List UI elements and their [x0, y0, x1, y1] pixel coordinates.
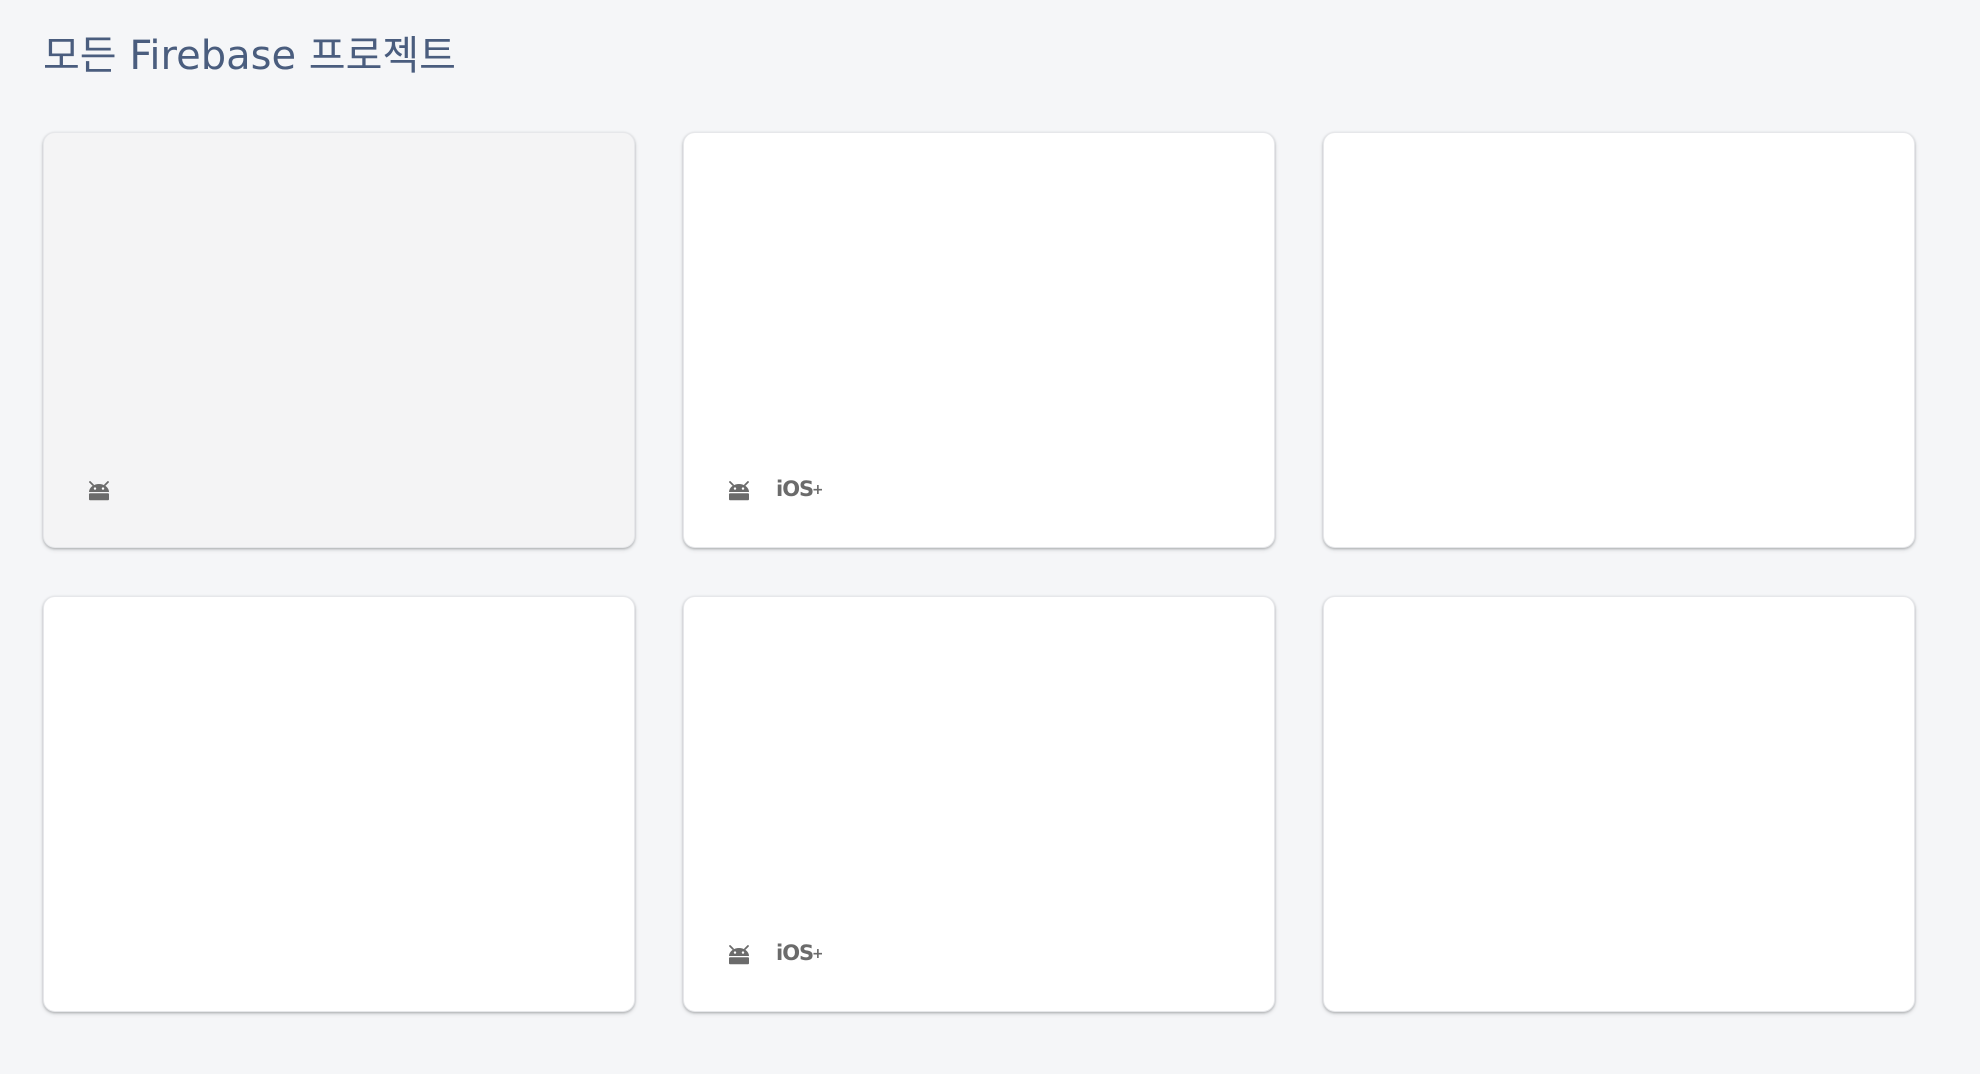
svg-text:+: + — [812, 482, 822, 498]
svg-text:+: + — [812, 946, 822, 962]
project-grid: iOS + iOS + — [43, 132, 1915, 1012]
project-card[interactable] — [1323, 596, 1915, 1012]
svg-text:iOS: iOS — [776, 941, 813, 965]
project-card[interactable] — [43, 132, 635, 548]
android-icon — [726, 475, 752, 501]
ios-plus-icon: iOS + — [776, 475, 822, 501]
android-icon — [86, 475, 112, 501]
platform-list — [86, 471, 136, 505]
page-title: 모든 Firebase 프로젝트 — [43, 33, 456, 79]
svg-text:iOS: iOS — [776, 477, 813, 501]
project-card[interactable]: iOS + — [683, 132, 1275, 548]
project-card[interactable] — [1323, 132, 1915, 548]
project-card[interactable]: iOS + — [683, 596, 1275, 1012]
project-card[interactable] — [43, 596, 635, 1012]
android-icon — [726, 939, 752, 965]
firebase-projects-page: 모든 Firebase 프로젝트 iOS + iOS + — [0, 0, 1980, 1074]
platform-list: iOS + — [726, 471, 846, 505]
ios-plus-icon: iOS + — [776, 939, 822, 965]
platform-list: iOS + — [726, 935, 846, 969]
